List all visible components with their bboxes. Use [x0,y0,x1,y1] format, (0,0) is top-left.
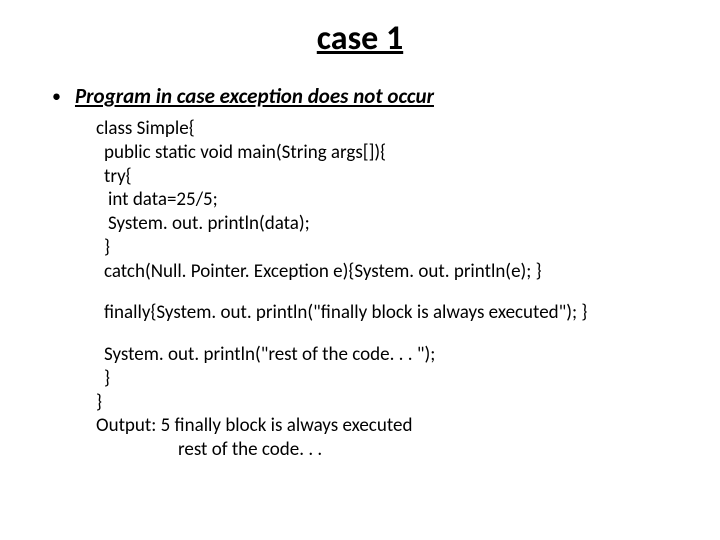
code-line: class Simple{ [96,117,680,141]
bullet-item: • Program in case exception does not occ… [52,83,680,109]
code-line: int data=25/5; [96,188,680,212]
code-line: System. out. println(data); [96,212,680,236]
code-line: finally{System. out. println("finally bl… [96,301,680,325]
code-line: } [96,391,680,415]
code-line: System. out. println("rest of the code. … [96,343,680,367]
code-line: catch(Null. Pointer. Exception e){System… [96,260,680,284]
output-line: rest of the code. . . [96,438,680,462]
output-line: Output: 5 finally block is always execut… [96,414,680,438]
code-block: class Simple{ public static void main(St… [96,117,680,462]
code-line: } [96,236,680,260]
code-line: public static void main(String args[]){ [96,141,680,165]
subheading: Program in case exception does not occur [75,83,434,109]
bullet-dot: • [52,85,61,107]
code-line: try{ [96,165,680,189]
slide-title: case 1 [40,18,680,59]
code-line: } [96,367,680,391]
